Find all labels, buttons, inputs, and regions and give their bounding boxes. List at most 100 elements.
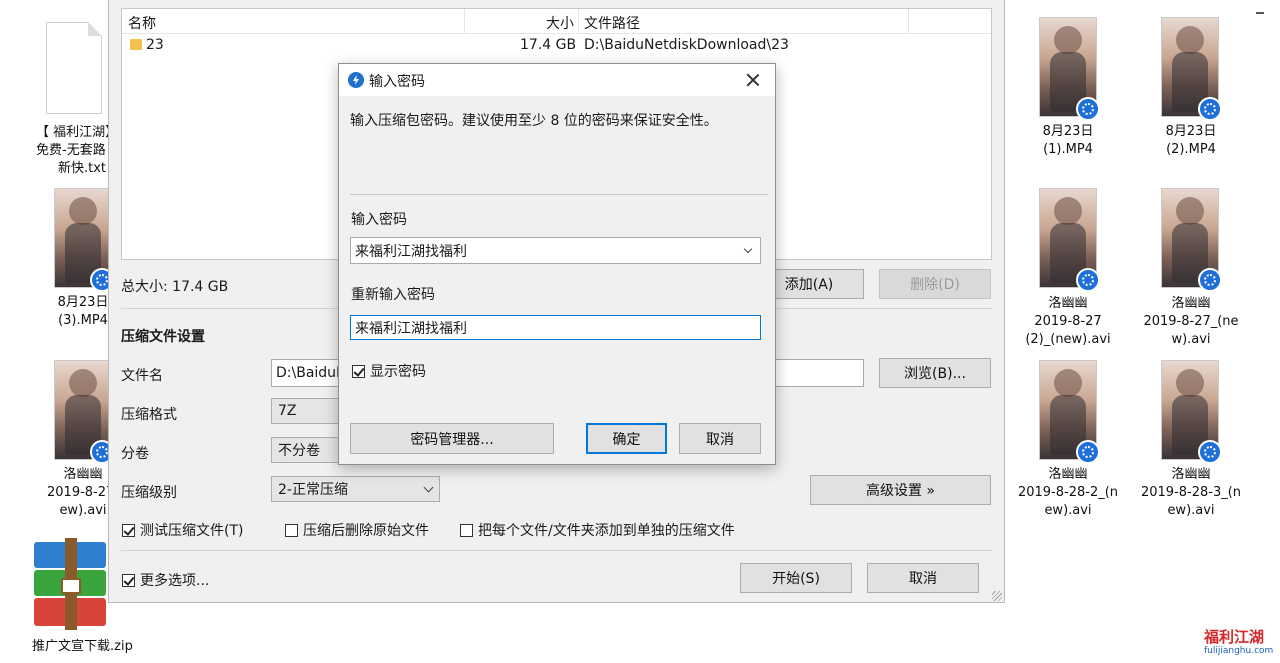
- column-header-path[interactable]: 文件路径: [584, 13, 640, 33]
- separate-archives-checkbox[interactable]: 把每个文件/文件夹添加到单独的压缩文件: [460, 520, 735, 540]
- file-label-line: ew).avi: [1167, 503, 1215, 518]
- format-value: 7Z: [278, 403, 297, 419]
- file-label-line: 【 福利江湖】: [36, 125, 119, 140]
- folder-icon: [130, 39, 142, 50]
- level-value: 2-正常压缩: [278, 482, 348, 498]
- password-label: 输入密码: [351, 212, 407, 228]
- file-label-line: 洛幽幽: [1171, 296, 1211, 311]
- file-label-line: 洛幽幽: [1048, 296, 1088, 311]
- more-options-label: 更多选项...: [140, 573, 210, 589]
- file-label-line: w).avi: [1171, 332, 1211, 347]
- divider: [350, 194, 768, 195]
- cancel-button[interactable]: 取消: [867, 563, 979, 593]
- test-archive-label: 测试压缩文件(T): [140, 523, 244, 539]
- watermark-brand: 福利江湖: [1204, 628, 1265, 646]
- filename-value: D:\BaiduN: [276, 365, 347, 381]
- file-label-line: 8月23日: [1042, 124, 1094, 139]
- file-label-line: ew).avi: [1044, 503, 1092, 518]
- file-label-line: 2019-8-28-2_(n: [1017, 485, 1119, 500]
- split-label: 分卷: [121, 446, 149, 462]
- desktop-file-video-luo-28-3[interactable]: 洛幽幽 2019-8-28-3_(n ew).avi: [1136, 466, 1246, 520]
- file-label-line: 免费-无套路: [36, 143, 106, 158]
- total-size: 总大小: 17.4 GB: [121, 279, 229, 295]
- close-icon[interactable]: [743, 70, 763, 90]
- level-select[interactable]: 2-正常压缩: [271, 476, 440, 502]
- row-path: D:\BaiduNetdiskDownload\23: [584, 37, 789, 53]
- dialog-info-area: 输入压缩包密码。建议使用至少 8 位的密码来保证安全性。: [339, 96, 775, 186]
- level-label: 压缩级别: [121, 485, 177, 501]
- video-play-icon: [1076, 440, 1100, 464]
- browse-button[interactable]: 浏览(B)...: [879, 358, 991, 388]
- reenter-password-label: 重新输入密码: [351, 287, 435, 303]
- video-play-icon: [1198, 440, 1222, 464]
- advanced-settings-button[interactable]: 高级设置 »: [810, 475, 991, 505]
- show-password-checkbox[interactable]: 显示密码: [352, 361, 426, 381]
- watermark-url: fulijianghu.com: [1204, 646, 1274, 656]
- dialog-info-text: 输入压缩包密码。建议使用至少 8 位的密码来保证安全性。: [350, 113, 718, 129]
- file-label: 推广文宣下载.zip: [32, 639, 133, 654]
- winrar-archive-icon[interactable]: [34, 538, 106, 630]
- desktop-file-video-luo-28-2[interactable]: 洛幽幽 2019-8-28-2_(n ew).avi: [1013, 466, 1123, 520]
- divider: [121, 550, 992, 551]
- bandizip-icon: [348, 72, 364, 88]
- file-label-line: 2019-8-27_(ne: [1143, 314, 1239, 329]
- file-label-line: 2019-8-27: [1034, 314, 1102, 329]
- file-label-line: 8月23日: [1165, 124, 1217, 139]
- more-options-checkbox[interactable]: 更多选项...: [122, 570, 209, 590]
- chevron-down-icon: [423, 482, 434, 493]
- dialog-title: 输入密码: [369, 74, 425, 90]
- dialog-cancel-button[interactable]: 取消: [679, 423, 761, 454]
- start-button[interactable]: 开始(S): [740, 563, 852, 593]
- reenter-password-input[interactable]: 来福利江湖找福利: [350, 315, 761, 340]
- desktop-file-video-1[interactable]: 8月23日 (1).MP4: [1013, 123, 1123, 159]
- password-manager-button[interactable]: 密码管理器...: [350, 423, 554, 454]
- column-header-size[interactable]: 大小: [546, 13, 574, 33]
- format-select[interactable]: 7Z: [271, 398, 341, 424]
- video-play-icon: [1198, 97, 1222, 121]
- checkbox-checked-icon: [122, 523, 135, 537]
- test-archive-checkbox[interactable]: 测试压缩文件(T): [122, 520, 243, 540]
- split-value: 不分卷: [278, 443, 320, 459]
- section-title: 压缩文件设置: [121, 329, 205, 345]
- table-row[interactable]: 23 17.4 GB D:\BaiduNetdiskDownload\23: [122, 35, 991, 57]
- desktop-file-video-2[interactable]: 8月23日 (2).MP4: [1136, 123, 1246, 159]
- desktop-file-video-luo-2[interactable]: 洛幽幽 2019-8-27 (2)_(new).avi: [1013, 295, 1123, 349]
- format-label: 压缩格式: [121, 407, 177, 423]
- video-play-icon: [1076, 268, 1100, 292]
- reenter-password-value: 来福利江湖找福利: [355, 320, 467, 337]
- row-size: 17.4 GB: [520, 37, 577, 53]
- chevron-down-icon[interactable]: [743, 244, 753, 254]
- desktop-file-video-luo-new[interactable]: 洛幽幽 2019-8-27_(ne w).avi: [1136, 295, 1246, 349]
- file-label-line: 洛幽幽: [1048, 467, 1088, 482]
- file-label-line: (2)_(new).avi: [1025, 332, 1111, 347]
- resize-grip-icon[interactable]: [992, 591, 1002, 601]
- delete-button[interactable]: 删除(D): [879, 269, 991, 299]
- column-header-name[interactable]: 名称: [128, 13, 156, 33]
- checkbox-unchecked-icon: [460, 523, 473, 537]
- checkbox-checked-icon: [122, 573, 135, 587]
- checkbox-checked-icon: [352, 364, 365, 378]
- text-file-icon[interactable]: [46, 22, 102, 114]
- filename-label: 文件名: [121, 368, 163, 384]
- delete-after-label: 压缩后删除原始文件: [303, 523, 429, 539]
- scroll-marker: [1256, 12, 1264, 14]
- desktop-file-txt[interactable]: 【 福利江湖】 免费-无套路 新快.txt: [22, 124, 119, 178]
- checkbox-unchecked-icon: [285, 523, 298, 537]
- file-label-line: (1).MP4: [1043, 142, 1093, 157]
- watermark-logo: 福利江湖 fulijianghu.com: [1204, 628, 1278, 662]
- desktop-file-zip[interactable]: 推广文宣下载.zip: [14, 638, 154, 656]
- file-label-line: (2).MP4: [1166, 142, 1216, 157]
- row-name: 23: [146, 37, 164, 53]
- delete-after-checkbox[interactable]: 压缩后删除原始文件: [285, 520, 429, 540]
- password-dialog: 输入密码 输入压缩包密码。建议使用至少 8 位的密码来保证安全性。 输入密码 来…: [338, 63, 776, 465]
- show-password-label: 显示密码: [370, 364, 426, 380]
- password-value: 来福利江湖找福利: [355, 243, 467, 260]
- ok-button[interactable]: 确定: [586, 423, 667, 454]
- password-combo[interactable]: 来福利江湖找福利: [350, 237, 761, 264]
- file-label-line: 新快.txt: [58, 161, 107, 176]
- separate-archives-label: 把每个文件/文件夹添加到单独的压缩文件: [478, 523, 735, 539]
- split-select[interactable]: 不分卷: [271, 437, 341, 463]
- file-label-line: 洛幽幽: [1171, 467, 1211, 482]
- dialog-titlebar[interactable]: 输入密码: [339, 64, 775, 96]
- video-play-icon: [1076, 97, 1100, 121]
